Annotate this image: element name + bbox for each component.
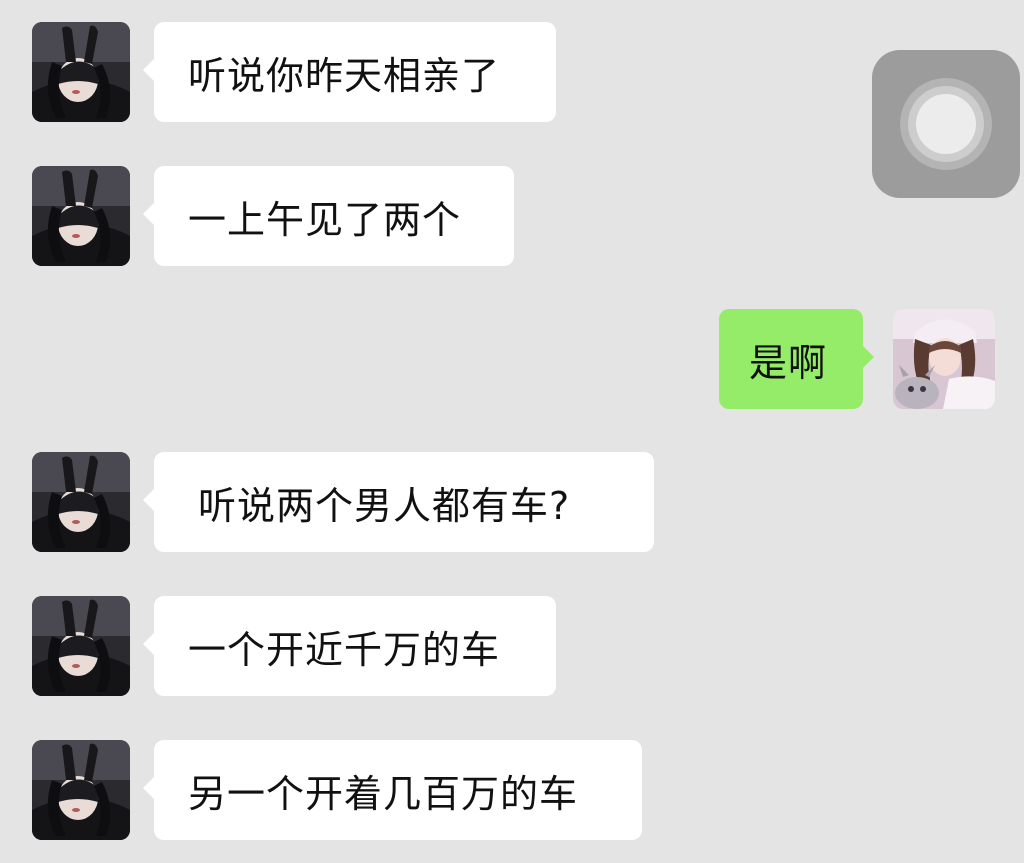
chat-window: 听说你昨天相亲了 一上午见了两个 是啊 听说两个男人都有车? 一个开近千万的车 … [0, 0, 1024, 863]
assistive-touch-center [916, 94, 976, 154]
bunny-mask-avatar-icon [32, 452, 130, 552]
contact-avatar[interactable] [32, 452, 130, 552]
contact-avatar[interactable] [32, 22, 130, 122]
message-text: 另一个开着几百万的车 [188, 771, 579, 816]
message-text: 一上午见了两个 [188, 197, 462, 242]
incoming-message-bubble[interactable]: 一个开近千万的车 [143, 596, 556, 696]
message-text: 听说你昨天相亲了 [188, 53, 501, 98]
bunny-mask-avatar-icon [32, 596, 130, 696]
outgoing-message-bubble[interactable]: 是啊 [719, 309, 874, 409]
girl-with-plush-avatar-icon [893, 309, 995, 409]
incoming-message-bubble[interactable]: 听说你昨天相亲了 [143, 22, 556, 122]
bunny-mask-avatar-icon [32, 166, 130, 266]
message-text: 一个开近千万的车 [188, 627, 501, 672]
contact-avatar[interactable] [32, 166, 130, 266]
message-text: 是啊 [749, 340, 828, 385]
bunny-mask-avatar-icon [32, 22, 130, 122]
assistive-touch-button[interactable] [872, 50, 1020, 198]
my-avatar[interactable] [893, 309, 995, 409]
contact-avatar[interactable] [32, 596, 130, 696]
incoming-message-bubble[interactable]: 另一个开着几百万的车 [143, 740, 642, 840]
bunny-mask-avatar-icon [32, 740, 130, 840]
message-text: 听说两个男人都有车? [198, 483, 571, 528]
incoming-message-bubble[interactable]: 听说两个男人都有车? [143, 452, 654, 552]
incoming-message-bubble[interactable]: 一上午见了两个 [143, 166, 514, 266]
contact-avatar[interactable] [32, 740, 130, 840]
